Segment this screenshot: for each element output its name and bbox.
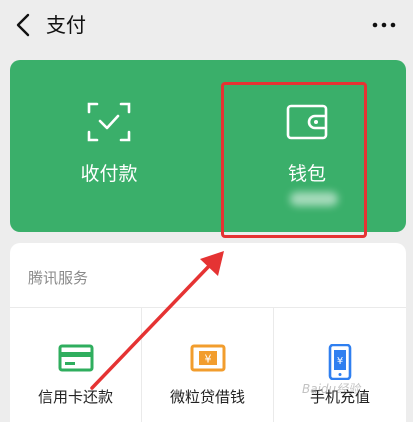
receive-pay-button[interactable]: 收付款 bbox=[10, 60, 208, 232]
credit-card-repay-label: 信用卡还款 bbox=[37, 388, 113, 406]
loan-icon: ¥ bbox=[190, 344, 226, 372]
blurred-balance bbox=[290, 192, 338, 206]
credit-card-repay-button[interactable]: 信用卡还款 bbox=[10, 308, 141, 422]
page-title: 支付 bbox=[46, 13, 86, 37]
payment-card: 收付款 钱包 bbox=[10, 60, 406, 232]
weilidai-loan-button[interactable]: ¥ 微粒贷借钱 bbox=[142, 308, 273, 422]
wallet-icon bbox=[286, 104, 328, 140]
mobile-topup-button[interactable]: ¥ 手机充值 bbox=[274, 308, 406, 422]
receive-pay-label: 收付款 bbox=[80, 163, 138, 185]
wallet-label: 钱包 bbox=[287, 163, 326, 185]
credit-card-icon bbox=[58, 344, 94, 372]
more-options-icon[interactable] bbox=[369, 10, 399, 40]
scan-check-icon bbox=[87, 102, 131, 142]
section-title: 腾讯服务 bbox=[28, 269, 89, 287]
watermark: Baidu经验 bbox=[302, 382, 361, 396]
svg-text:¥: ¥ bbox=[205, 353, 212, 366]
top-bar: 支付 bbox=[0, 0, 413, 50]
wallet-button[interactable]: 钱包 bbox=[208, 60, 406, 232]
svg-text:¥: ¥ bbox=[337, 356, 343, 367]
weilidai-loan-label: 微粒贷借钱 bbox=[169, 388, 245, 406]
back-arrow-icon[interactable] bbox=[14, 12, 34, 38]
phone-topup-icon: ¥ bbox=[328, 344, 352, 380]
